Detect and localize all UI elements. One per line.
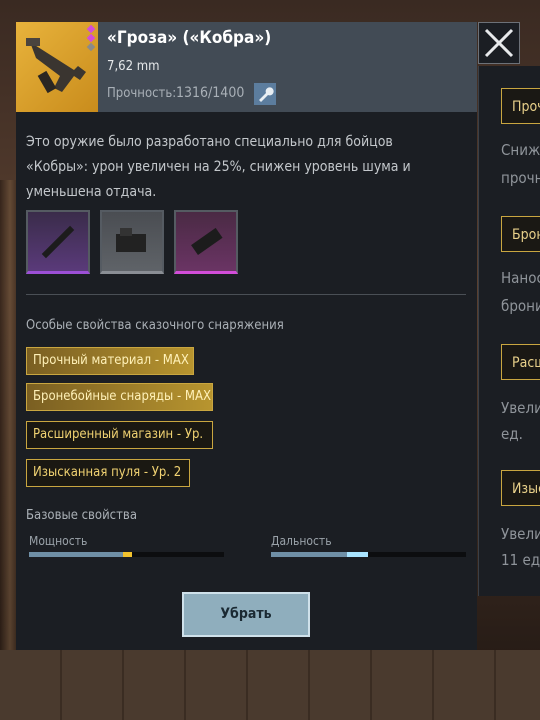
legendary-section-title: Особые свойства сказочного снаряжения bbox=[26, 318, 284, 333]
stat-power-bonus bbox=[122, 552, 133, 557]
stat-range-bonus bbox=[347, 552, 369, 557]
stat-power-fill bbox=[29, 552, 123, 557]
side-chip[interactable]: Прочн bbox=[501, 88, 540, 124]
side-chip[interactable]: Расш bbox=[501, 344, 540, 380]
side-text: Снижа bbox=[501, 141, 540, 159]
background-floor bbox=[0, 650, 540, 720]
close-icon bbox=[484, 28, 514, 58]
side-text: брони bbox=[501, 297, 540, 315]
weapon-header: «Гроза» («Кобра») 7,62 mm Прочность: 131… bbox=[16, 22, 477, 112]
magazine-icon bbox=[191, 227, 223, 255]
durability-value: 1316/1400 bbox=[176, 85, 245, 101]
attachment-slot-sight[interactable] bbox=[100, 210, 164, 274]
weapon-description: Это оружие было разработано специально д… bbox=[26, 134, 411, 200]
durability-label: Прочность: bbox=[107, 86, 177, 101]
rifle-icon bbox=[26, 38, 86, 94]
attachment-slot-magazine[interactable] bbox=[174, 210, 238, 274]
attachment-slot-barrel[interactable] bbox=[26, 210, 90, 274]
perk-durable-material[interactable]: Прочный материал - MAX bbox=[26, 347, 194, 375]
side-chip[interactable]: Броне bbox=[501, 216, 540, 252]
repair-button[interactable] bbox=[254, 83, 276, 105]
side-detail-panel: Прочн Снижа прочн Броне Нанос брони Расш… bbox=[478, 66, 540, 596]
side-text: Увели bbox=[501, 399, 540, 417]
perk-refined-bullet[interactable]: Изысканная пуля - Ур. 2 bbox=[26, 459, 190, 487]
side-text: Увели bbox=[501, 525, 540, 543]
perk-armor-piercing[interactable]: Бронебойные снаряды - MAX bbox=[26, 383, 213, 411]
base-section-title: Базовые свойства bbox=[26, 508, 137, 523]
side-text: 11 ед. bbox=[501, 551, 540, 569]
side-chip[interactable]: Изыс bbox=[501, 470, 540, 506]
stat-power-bar bbox=[29, 552, 224, 557]
sight-icon bbox=[116, 228, 146, 252]
side-text: Нанос bbox=[501, 269, 540, 287]
weapon-thumbnail bbox=[16, 22, 98, 112]
perk-extended-magazine[interactable]: Расширенный магазин - Ур. bbox=[26, 421, 213, 449]
side-text: ед. bbox=[501, 425, 523, 443]
stat-range-bar bbox=[271, 552, 466, 557]
divider bbox=[26, 294, 466, 295]
stat-range-fill bbox=[271, 552, 348, 557]
weapon-caliber: 7,62 mm bbox=[107, 59, 160, 74]
stat-range-label: Дальность bbox=[271, 534, 332, 548]
remove-button[interactable]: Убрать bbox=[182, 592, 310, 637]
weapon-name: «Гроза» («Кобра») bbox=[107, 28, 272, 48]
side-text: прочн bbox=[501, 169, 540, 187]
wrench-icon bbox=[259, 87, 274, 102]
suppressor-icon bbox=[41, 225, 75, 259]
weapon-detail-panel: «Гроза» («Кобра») 7,62 mm Прочность: 131… bbox=[16, 22, 477, 650]
stat-power-label: Мощность bbox=[29, 534, 88, 548]
close-button[interactable] bbox=[478, 22, 520, 64]
